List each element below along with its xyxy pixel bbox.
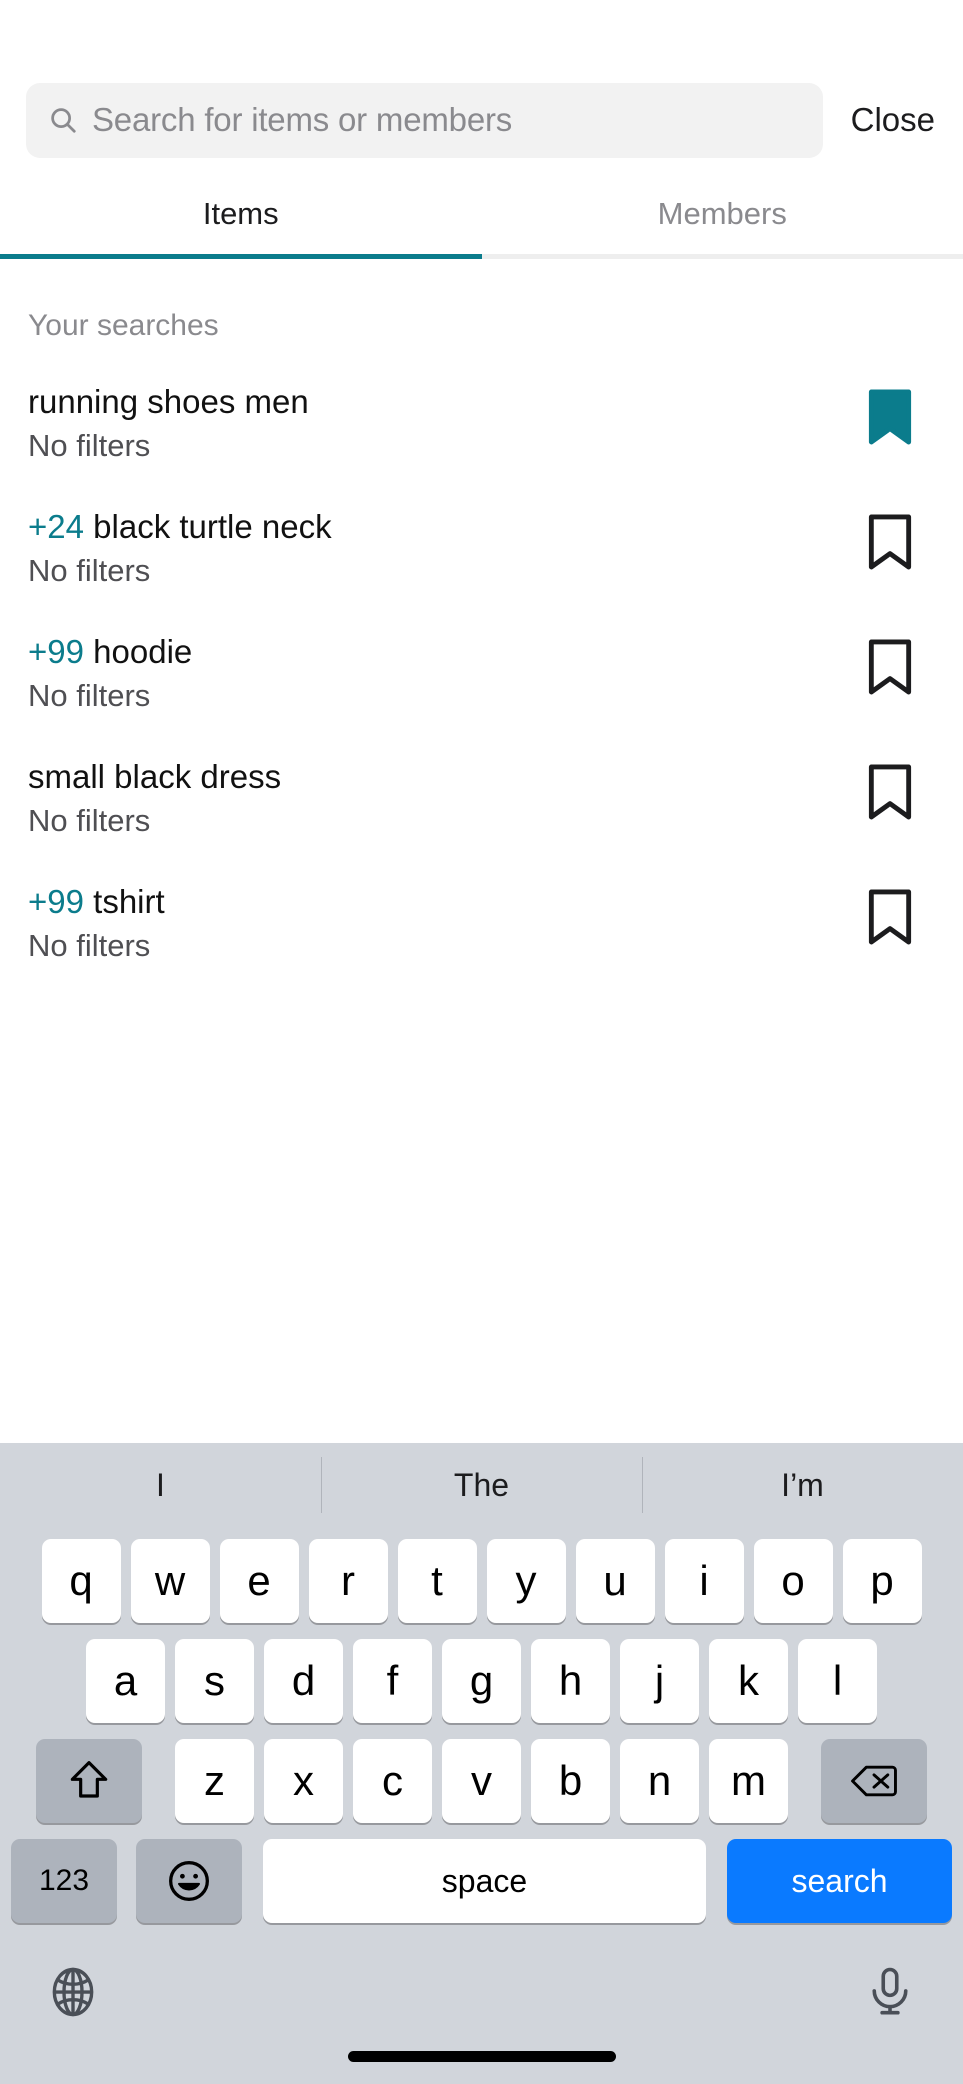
- list-item-title: +24 black turtle neck: [28, 508, 867, 547]
- key-t[interactable]: t: [397, 1539, 477, 1623]
- list-item-subtitle: No filters: [28, 552, 151, 588]
- home-indicator[interactable]: [347, 2051, 616, 2062]
- list-item[interactable]: +24 black turtle neck No filters: [0, 468, 963, 593]
- emoji-smiley-icon: [169, 1861, 209, 1901]
- list-item[interactable]: small black dress No filters: [0, 718, 963, 843]
- list-item[interactable]: +99 hoodie No filters: [0, 593, 963, 718]
- keyboard-bottom-bar: [0, 1933, 963, 2051]
- key-e[interactable]: e: [219, 1539, 299, 1623]
- list-item-query: small black dress: [28, 758, 282, 795]
- key-i[interactable]: i: [664, 1539, 744, 1623]
- key-m[interactable]: m: [709, 1739, 788, 1823]
- list-item[interactable]: +99 tshirt No filters: [0, 843, 963, 968]
- list-item-query: tshirt: [93, 883, 165, 920]
- key-q[interactable]: q: [41, 1539, 121, 1623]
- key-h[interactable]: h: [531, 1639, 610, 1723]
- key-a[interactable]: a: [86, 1639, 165, 1723]
- bookmark-outline-icon[interactable]: [867, 764, 913, 820]
- list-item-query: black turtle neck: [93, 508, 332, 545]
- list-item[interactable]: running shoes men No filters: [0, 343, 963, 468]
- search-input[interactable]: Search for items or members: [26, 82, 823, 158]
- key-k[interactable]: k: [709, 1639, 788, 1723]
- search-icon: [51, 108, 76, 133]
- search-results-list[interactable]: Your searches running shoes men No filte…: [0, 259, 963, 1334]
- key-d[interactable]: d: [264, 1639, 343, 1723]
- key-w[interactable]: w: [130, 1539, 210, 1623]
- key-p[interactable]: p: [842, 1539, 922, 1623]
- key-g[interactable]: g: [442, 1639, 521, 1723]
- keyboard-row-4: 123 space search: [0, 1839, 963, 1923]
- status-bar-spacer: [0, 0, 963, 80]
- search-key[interactable]: search: [727, 1839, 952, 1923]
- key-y[interactable]: y: [486, 1539, 566, 1623]
- search-screen: Search for items or members Close Items …: [0, 0, 963, 2084]
- backspace-icon: [851, 1765, 897, 1797]
- tab-members[interactable]: Members: [482, 182, 963, 254]
- key-v[interactable]: v: [442, 1739, 521, 1823]
- on-screen-keyboard: I The I’m q w e r t y u i o p a s d f g …: [0, 1443, 963, 2084]
- list-item-title: +99 hoodie: [28, 633, 867, 672]
- keyboard-suggestion-bar: I The I’m: [0, 1443, 963, 1527]
- bookmark-outline-icon[interactable]: [867, 639, 913, 695]
- key-u[interactable]: u: [575, 1539, 655, 1623]
- search-input-placeholder: Search for items or members: [92, 101, 513, 138]
- key-j[interactable]: j: [620, 1639, 699, 1723]
- list-item-texts: +99 hoodie No filters: [28, 633, 867, 715]
- keyboard-row-1: q w e r t y u i o p: [0, 1539, 963, 1623]
- suggestion-1[interactable]: The: [321, 1443, 642, 1527]
- list-item-new-count: +24: [28, 508, 84, 545]
- list-item-texts: small black dress No filters: [28, 758, 867, 840]
- backspace-key[interactable]: [821, 1739, 927, 1823]
- list-item-texts: +24 black turtle neck No filters: [28, 508, 867, 590]
- space-key[interactable]: space: [263, 1839, 706, 1923]
- keyboard-row-2: a s d f g h j k l: [0, 1639, 963, 1723]
- tab-items[interactable]: Items: [0, 182, 482, 254]
- tab-bar: Items Members: [0, 182, 963, 254]
- section-header-your-searches: Your searches: [28, 309, 219, 342]
- globe-key[interactable]: [46, 1965, 100, 2019]
- list-item-new-count: +99: [28, 883, 84, 920]
- key-n[interactable]: n: [620, 1739, 699, 1823]
- key-r[interactable]: r: [308, 1539, 388, 1623]
- search-header: Search for items or members Close: [0, 80, 963, 160]
- bookmark-outline-icon[interactable]: [867, 889, 913, 945]
- emoji-key[interactable]: [136, 1839, 242, 1923]
- suggestion-2[interactable]: I’m: [642, 1443, 963, 1527]
- list-item-title: +99 tshirt: [28, 883, 867, 922]
- list-item-subtitle: No filters: [28, 677, 151, 713]
- keyboard-row-3: z x c v b n m: [0, 1739, 963, 1823]
- key-b[interactable]: b: [531, 1739, 610, 1823]
- list-item-title: small black dress: [28, 758, 867, 797]
- key-x[interactable]: x: [264, 1739, 343, 1823]
- list-item-new-count: +99: [28, 633, 84, 670]
- microphone-icon: [872, 1967, 908, 2015]
- numbers-key[interactable]: 123: [11, 1839, 117, 1923]
- list-item-subtitle: No filters: [28, 927, 151, 963]
- list-item-texts: +99 tshirt No filters: [28, 883, 867, 965]
- list-item-title: running shoes men: [28, 383, 867, 422]
- list-item-query: hoodie: [93, 633, 193, 670]
- bookmark-filled-icon[interactable]: [867, 389, 913, 445]
- shift-key[interactable]: [36, 1739, 142, 1823]
- close-button[interactable]: Close: [849, 95, 937, 145]
- suggestion-0[interactable]: I: [0, 1443, 321, 1527]
- key-l[interactable]: l: [798, 1639, 877, 1723]
- dictation-key[interactable]: [863, 1965, 917, 2019]
- list-item-query: running shoes men: [28, 383, 309, 420]
- home-indicator-wrap: [0, 2051, 963, 2084]
- key-o[interactable]: o: [753, 1539, 833, 1623]
- bookmark-outline-icon[interactable]: [867, 514, 913, 570]
- key-f[interactable]: f: [353, 1639, 432, 1723]
- globe-icon: [52, 1967, 94, 2017]
- list-item-texts: running shoes men No filters: [28, 383, 867, 465]
- key-z[interactable]: z: [175, 1739, 254, 1823]
- key-s[interactable]: s: [175, 1639, 254, 1723]
- key-c[interactable]: c: [353, 1739, 432, 1823]
- list-item-subtitle: No filters: [28, 802, 151, 838]
- shift-arrow-icon: [70, 1761, 108, 1798]
- list-item-subtitle: No filters: [28, 427, 151, 463]
